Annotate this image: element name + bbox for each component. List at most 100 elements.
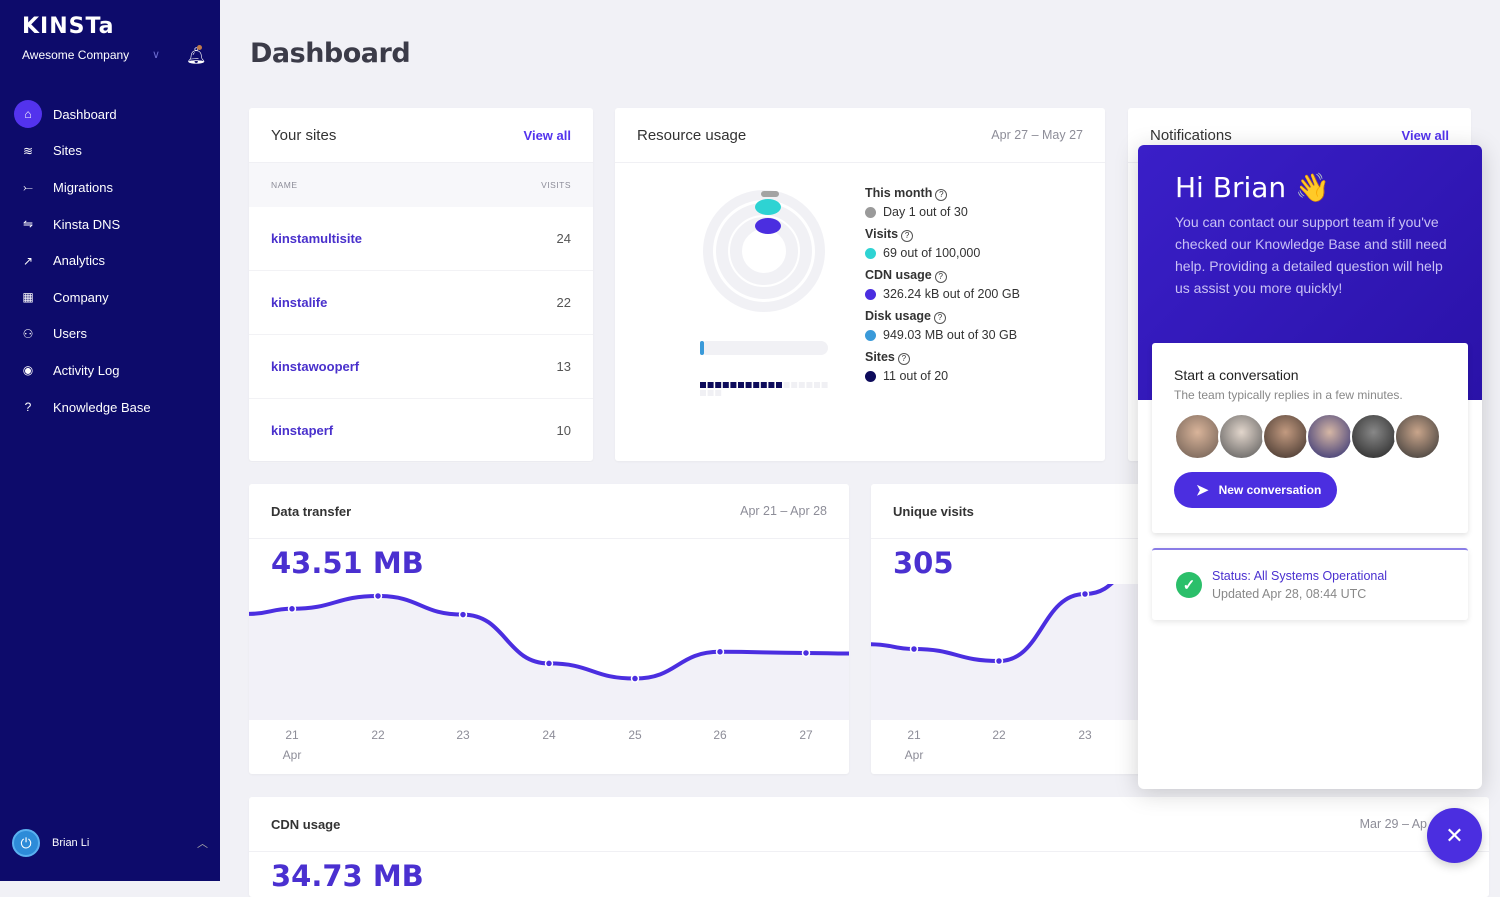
data-point[interactable]	[373, 591, 383, 601]
site-square	[776, 382, 782, 388]
help-icon[interactable]: ?	[934, 312, 947, 324]
table-row[interactable]: kinstalife 22	[249, 271, 593, 335]
sidebar-item-migrations[interactable]: ⤚ Migrations	[0, 169, 220, 206]
site-square	[700, 390, 706, 396]
site-name-link[interactable]: kinstawooperf	[271, 359, 359, 374]
sidebar-item-label: Users	[53, 326, 87, 342]
eye-icon: ◉	[22, 363, 34, 378]
site-square	[798, 382, 805, 388]
site-square	[760, 382, 767, 388]
x-tick-label: 24	[542, 728, 556, 742]
table-row[interactable]: kinstawooperf 13	[249, 335, 593, 399]
start-subtitle: The team typically replies in a few minu…	[1174, 388, 1403, 402]
chevron-down-icon[interactable]: ∨	[152, 48, 160, 61]
avatar	[1394, 413, 1441, 460]
sidebar-item-kinsta-dns[interactable]: ⇋ Kinsta DNS	[0, 206, 220, 243]
sidebar-item-company[interactable]: ▦ Company	[0, 279, 220, 316]
sidebar-item-dashboard[interactable]: ⌂ Dashboard	[0, 96, 220, 133]
data-transfer-chart	[249, 591, 849, 720]
avatar	[1174, 413, 1221, 460]
close-chat-button[interactable]: ✕	[1427, 808, 1482, 863]
col-name: NAME	[271, 180, 298, 190]
total-value: 43.51 MB	[271, 546, 424, 580]
bell-icon[interactable]: 🔔︎	[186, 45, 206, 65]
site-visits: 10	[556, 423, 571, 438]
help-icon: ?	[24, 400, 32, 415]
site-square	[753, 382, 760, 388]
status-text[interactable]: Status: All Systems Operational	[1212, 569, 1387, 583]
table-row[interactable]: kinstamultisite 24	[249, 207, 593, 271]
site-square	[707, 382, 714, 388]
company-selector[interactable]: Awesome Company	[22, 48, 129, 62]
sidebar-item-sites[interactable]: ≋ Sites	[0, 133, 220, 170]
data-point[interactable]	[458, 610, 468, 619]
sidebar-item-label: Kinsta DNS	[53, 216, 121, 232]
sidebar-item-label: Activity Log	[53, 362, 120, 378]
total-value: 305	[893, 546, 954, 580]
data-point[interactable]	[1080, 589, 1090, 599]
add-user-icon: ⚇	[22, 326, 34, 341]
data-point[interactable]	[801, 648, 811, 658]
site-square	[791, 382, 798, 388]
site-square	[730, 382, 737, 388]
user-menu[interactable]: ⏻ Brian Li ︿	[12, 829, 208, 857]
usage-item: This month? Day 1 out of 30	[865, 186, 1020, 219]
data-point[interactable]	[287, 604, 297, 614]
support-chat-panel: Hi Brian 👋 You can contact our support t…	[1138, 145, 1482, 789]
help-icon[interactable]: ?	[901, 230, 914, 242]
site-square	[715, 390, 722, 396]
site-square	[814, 382, 820, 388]
migrate-icon: ⤚	[23, 179, 33, 194]
usage-label: Disk usage	[865, 309, 932, 323]
data-point[interactable]	[630, 674, 640, 683]
sidebar-item-activity-log[interactable]: ◉ Activity Log	[0, 352, 220, 389]
site-square	[722, 382, 729, 388]
site-name-link[interactable]: kinstaperf	[271, 423, 333, 438]
data-point[interactable]	[994, 656, 1004, 666]
unique-visits-card: Unique visits 305 21 22 23 Apr	[871, 484, 1151, 774]
site-name-link[interactable]: kinstamultisite	[271, 231, 362, 246]
avatar: ⏻	[12, 829, 40, 857]
kinsta-logo[interactable]: KINSTa	[22, 14, 115, 39]
avatar	[1350, 413, 1397, 460]
help-icon[interactable]: ?	[935, 189, 948, 201]
x-tick-label: 23	[1078, 728, 1092, 742]
x-tick-label: 26	[713, 728, 727, 742]
site-square	[715, 382, 722, 388]
legend-dot	[865, 370, 876, 382]
usage-label: This month	[865, 186, 933, 200]
site-visits: 13	[556, 359, 571, 374]
chevron-up-icon[interactable]: ︿	[197, 835, 208, 851]
data-point[interactable]	[544, 659, 554, 668]
legend-dot	[865, 247, 876, 259]
view-all-sites-link[interactable]: View all	[524, 128, 571, 143]
sidebar-item-label: Company	[53, 289, 109, 305]
usage-value: 11 out of 20	[883, 369, 949, 383]
check-icon: ✓	[1176, 572, 1202, 598]
x-tick-label: 23	[456, 728, 470, 742]
view-all-notifications-link[interactable]: View all	[1402, 128, 1449, 143]
help-icon[interactable]: ?	[934, 271, 947, 283]
table-row[interactable]: kinstaperf 10	[249, 399, 593, 463]
x-tick-label: 21	[285, 728, 299, 742]
status-card[interactable]: ✓ Status: All Systems Operational Updated…	[1152, 548, 1468, 620]
help-icon[interactable]: ?	[897, 353, 910, 365]
usage-value: 69 out of 100,000	[883, 246, 981, 260]
chart-area	[249, 595, 849, 720]
data-point[interactable]	[715, 647, 725, 657]
site-name-link[interactable]: kinstalife	[271, 295, 327, 310]
site-square	[783, 382, 790, 388]
card-title: CDN usage	[271, 816, 341, 832]
data-point[interactable]	[909, 644, 919, 654]
site-square	[768, 382, 775, 388]
status-updated: Updated Apr 28, 08:44 UTC	[1212, 587, 1367, 601]
site-square	[707, 390, 714, 396]
disk-bar-fill	[700, 341, 704, 355]
avatar	[1262, 413, 1309, 460]
new-conversation-button[interactable]: ➤ New conversation	[1174, 472, 1337, 508]
cdn-usage-card: CDN usage Mar 29 – Ap 34.73 MB	[249, 797, 1489, 897]
cdn-mark	[755, 218, 781, 234]
sidebar-item-users[interactable]: ⚇ Users	[0, 316, 220, 353]
sidebar-item-analytics[interactable]: ↗ Analytics	[0, 242, 220, 279]
sidebar-item-knowledge-base[interactable]: ? Knowledge Base	[0, 389, 220, 426]
